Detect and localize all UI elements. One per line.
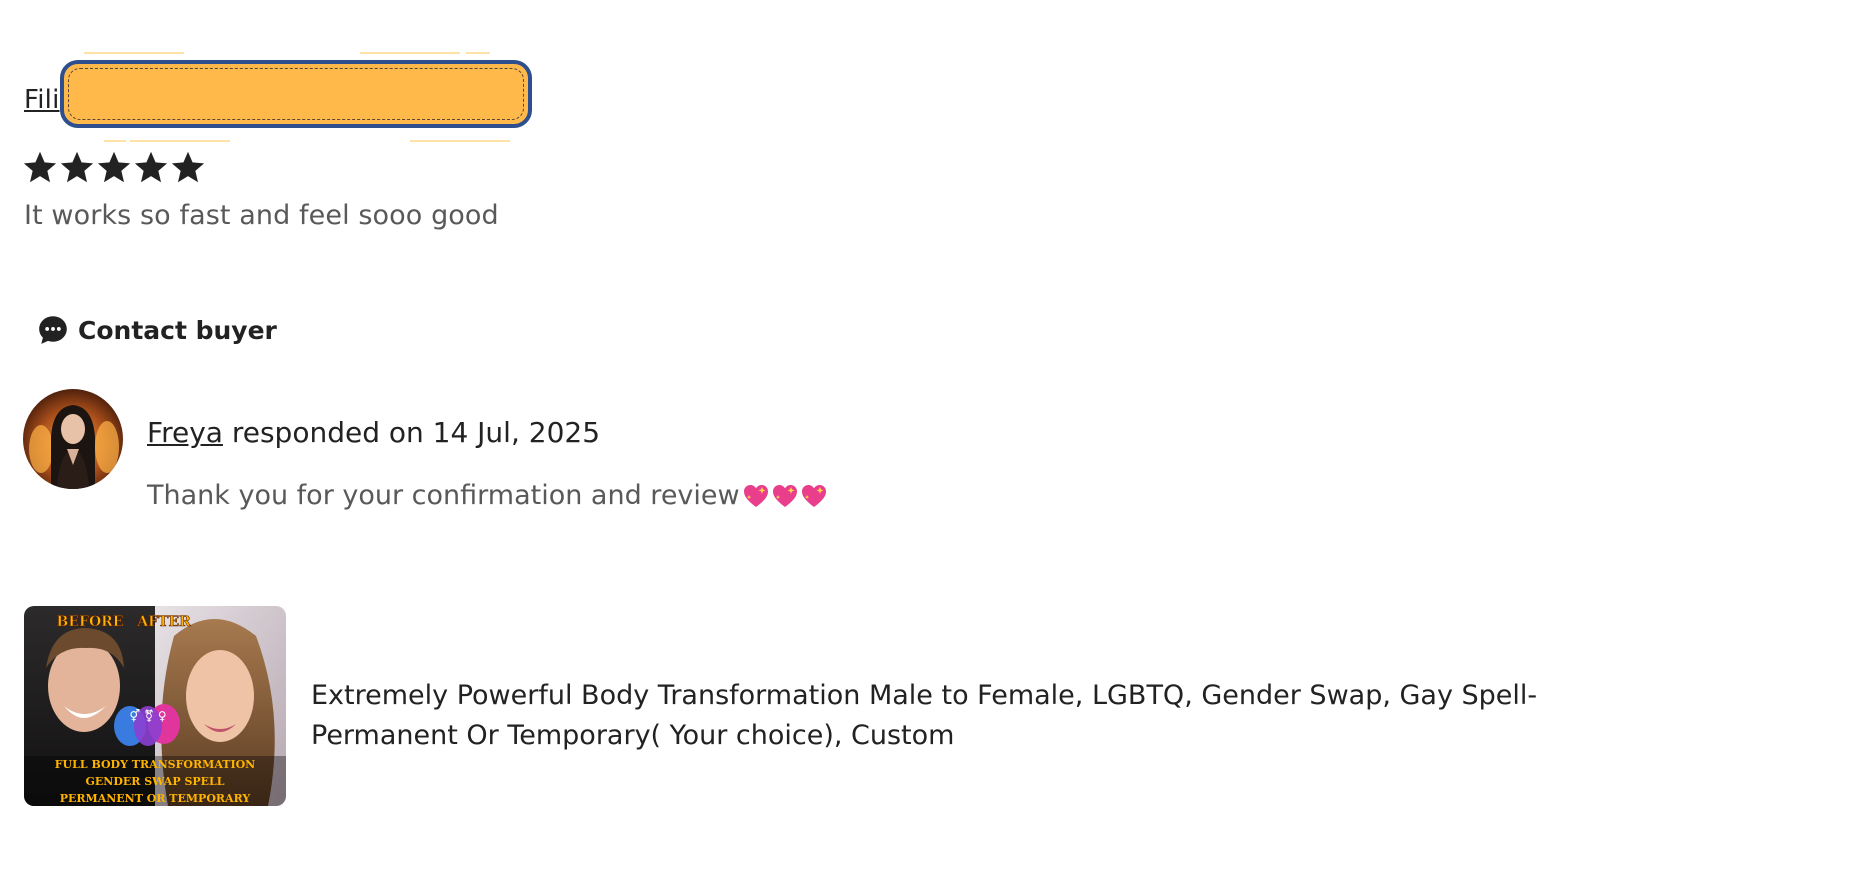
emoji-group: [742, 483, 828, 509]
avatar-image: [23, 389, 123, 489]
star-icon: [171, 151, 205, 183]
focus-remnant: [130, 140, 230, 142]
review-card: Fili It works so fast and feel sooo good…: [0, 0, 1876, 882]
reviewer-name-link[interactable]: Fili: [24, 85, 60, 115]
reviewer-row: Fili: [24, 80, 60, 120]
focus-remnant: [104, 140, 126, 142]
sparkling-heart-icon: [743, 484, 768, 507]
chat-bubble-icon: [39, 316, 67, 344]
thumb-caption-line3: PERMANENT OR TEMPORARY: [60, 792, 251, 805]
star-icon: [60, 151, 94, 183]
star-icon: [97, 151, 131, 183]
sparkling-heart-icon: [801, 484, 826, 507]
contact-buyer-label: Contact buyer: [78, 315, 277, 345]
contact-buyer-button[interactable]: Contact buyer: [36, 310, 277, 350]
star-icon: [134, 151, 168, 183]
response-header: Freya responded on 14 Jul, 2025: [147, 416, 600, 449]
response-message-text: Thank you for your confirmation and revi…: [147, 480, 740, 511]
response-message: Thank you for your confirmation and revi…: [147, 480, 828, 511]
seller-avatar[interactable]: [23, 389, 123, 489]
star-rating: [22, 148, 206, 192]
review-text: It works so fast and feel sooo good: [24, 200, 499, 231]
thumb-caption-line2: GENDER SWAP SPELL: [85, 775, 224, 788]
redaction-focus-ring: [68, 68, 524, 120]
focus-remnant: [466, 52, 490, 54]
focus-remnant: [84, 52, 184, 54]
focus-remnant: [360, 52, 460, 54]
listing-thumbnail-image: ⚥ ⚧ ♀ BEFORE AFTER FULL BODY TRANSFORMAT…: [24, 606, 286, 806]
thumb-after-label: AFTER: [136, 614, 191, 630]
gender-symbols: ⚥ ⚧ ♀: [129, 709, 166, 723]
responder-name-link[interactable]: Freya: [147, 416, 223, 449]
sparkling-heart-icon: [772, 484, 797, 507]
thumb-before-label: BEFORE: [57, 614, 124, 630]
star-icon: [23, 151, 57, 183]
listing-title-link[interactable]: Extremely Powerful Body Transformation M…: [311, 676, 1611, 756]
listing-thumbnail[interactable]: ⚥ ⚧ ♀ BEFORE AFTER FULL BODY TRANSFORMAT…: [24, 606, 286, 806]
thumb-caption-line1: FULL BODY TRANSFORMATION: [55, 758, 255, 771]
focus-remnant: [410, 140, 510, 142]
redaction-box: [60, 60, 532, 128]
responded-date-text: responded on 14 Jul, 2025: [231, 416, 601, 449]
